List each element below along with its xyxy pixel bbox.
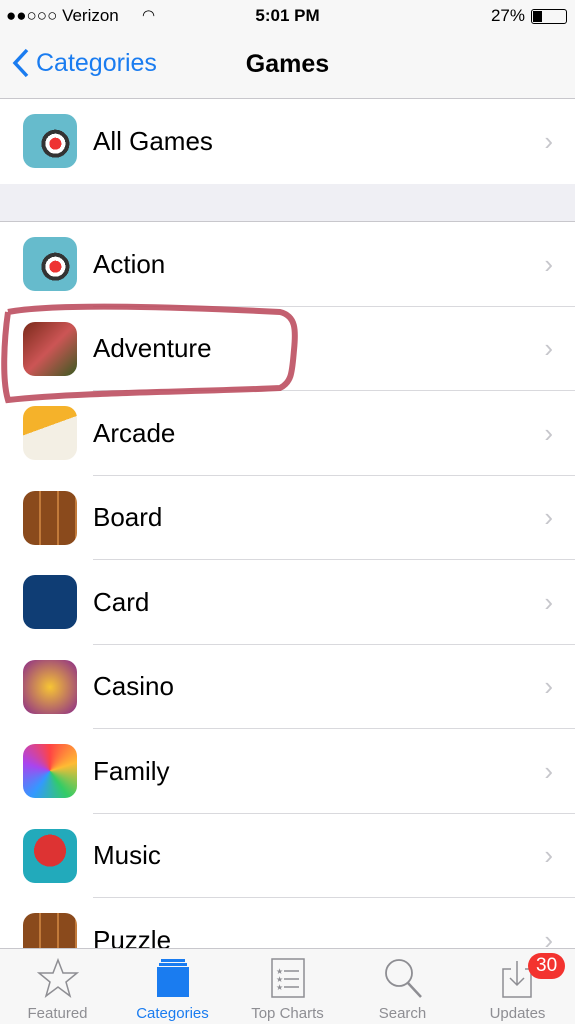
list-item-action[interactable]: Action › — [0, 222, 575, 307]
clock: 5:01 PM — [255, 6, 320, 25]
tab-label: Updates — [489, 1005, 546, 1022]
chevron-right-icon: › — [544, 840, 553, 871]
tab-featured[interactable]: Featured — [0, 949, 115, 1024]
search-icon — [384, 959, 422, 998]
archery-icon — [23, 114, 77, 169]
battery-icon — [531, 9, 567, 24]
list-item-casino[interactable]: Casino › — [0, 645, 575, 730]
status-bar: ●●○○○ Verizon ◠ 5:01 PM 27% — [0, 0, 575, 32]
tab-categories[interactable]: Categories — [115, 949, 230, 1024]
list-item-card[interactable]: Card › — [0, 560, 575, 645]
list-item-label: Card — [93, 586, 150, 617]
list-item-all-games[interactable]: All Games › — [0, 99, 575, 184]
list-item-label: Action — [93, 248, 166, 279]
tab-search[interactable]: Search — [345, 949, 460, 1024]
list-item-label: Family — [93, 755, 170, 786]
wood-puzzle-icon — [23, 490, 77, 545]
list-item-label: All Games — [93, 125, 213, 156]
tab-label: Featured — [27, 1005, 88, 1022]
tab-top-charts[interactable]: ★ ★ ★ Top Charts — [230, 949, 345, 1024]
tab-bar: Featured Categories ★ ★ ★ Top Charts Searc… — [0, 948, 575, 1024]
chevron-right-icon: › — [544, 586, 553, 617]
chevron-right-icon: › — [544, 417, 553, 448]
nav-bar: Categories Games — [0, 32, 575, 99]
red-annotation-outline — [1, 303, 298, 404]
cards-icon — [23, 575, 77, 630]
list-item-label: Board — [93, 502, 163, 533]
casino-icon — [23, 659, 77, 714]
list-item-family[interactable]: Family › — [0, 729, 575, 814]
chevron-right-icon: › — [544, 333, 553, 364]
updates-badge: 30 — [528, 953, 566, 979]
trivia-icon — [23, 744, 77, 799]
tab-label: Top Charts — [251, 1005, 324, 1022]
list-item-label: Arcade — [93, 417, 176, 448]
chevron-right-icon: › — [544, 125, 553, 156]
list-item-label: Casino — [93, 671, 174, 702]
list-icon: ★★★ — [270, 958, 305, 998]
tab-updates[interactable]: 30 Updates — [460, 949, 575, 1024]
list-item-label: Music — [93, 840, 161, 871]
star-icon — [36, 957, 79, 998]
svg-text:★: ★ — [276, 983, 283, 992]
categories-icon — [156, 959, 189, 997]
list-item-music[interactable]: Music › — [0, 814, 575, 899]
archery-icon — [23, 237, 77, 292]
tab-label: Search — [378, 1005, 427, 1022]
chevron-right-icon: › — [544, 502, 553, 533]
page-title: Games — [245, 50, 330, 78]
list-item-board[interactable]: Board › — [0, 476, 575, 561]
chevron-right-icon: › — [544, 248, 553, 279]
chevron-right-icon: › — [544, 671, 553, 702]
tab-label: Categories — [136, 1005, 209, 1022]
battery-percent: 27% — [490, 6, 525, 25]
all-games-section: All Games › — [0, 99, 575, 184]
chevron-right-icon: › — [544, 755, 553, 786]
ball-icon — [23, 828, 77, 883]
